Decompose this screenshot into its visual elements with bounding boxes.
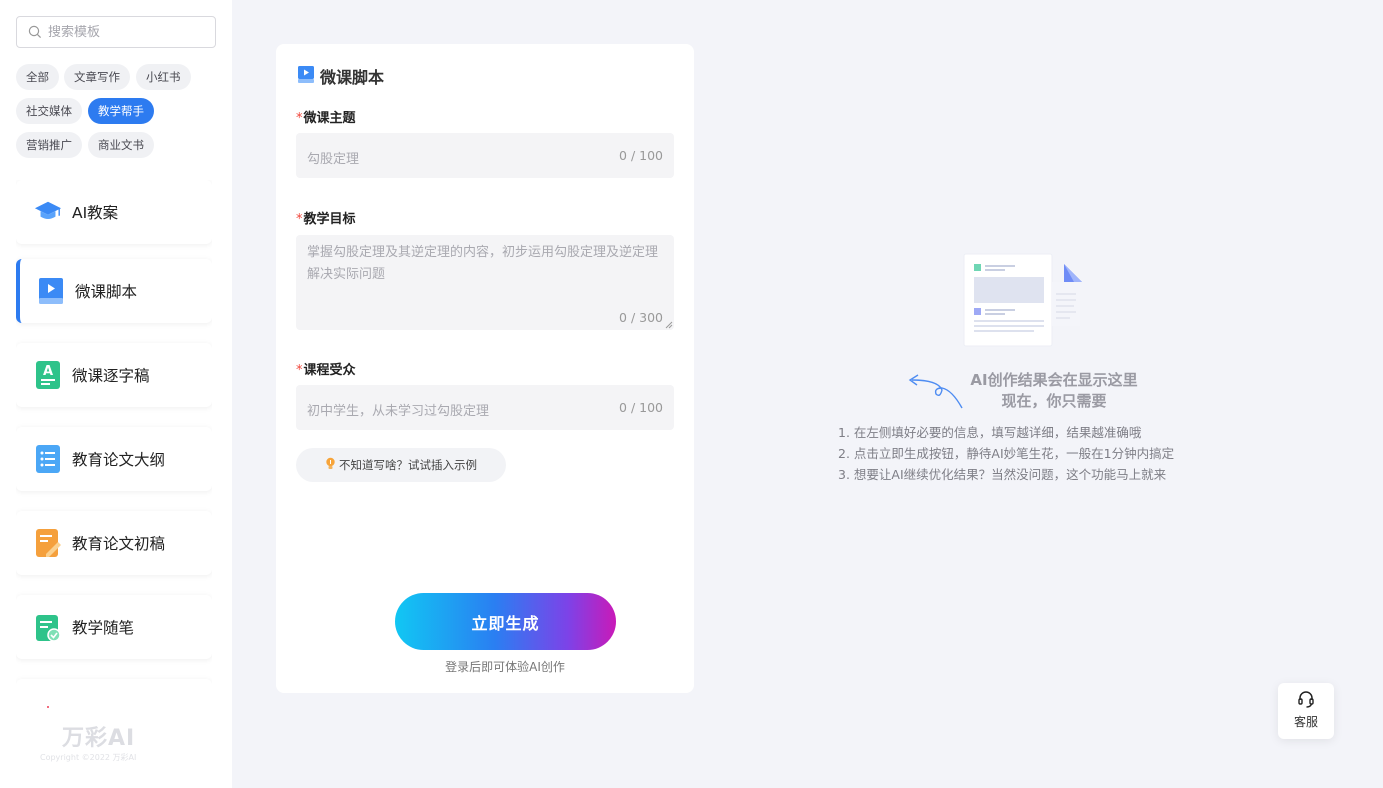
template-card-microcourse-transcript[interactable]: A 微课逐字稿 (16, 343, 212, 407)
template-card-teaching-essay[interactable]: 教学随笔 (16, 595, 212, 659)
panel-title: 微课脚本 (320, 68, 385, 87)
login-tip: 登录后即可体验AI创作 (445, 660, 565, 674)
customer-service-label: 客服 (1293, 715, 1318, 729)
field-label-audience: *课程受众 (296, 363, 356, 378)
topic-placeholder: 勾股定理 (307, 152, 360, 167)
video-book-icon (37, 277, 65, 305)
calendar-check-icon (34, 613, 62, 642)
audience-input[interactable]: 初中学生，从未学习过勾股定理 0 / 100 (296, 385, 674, 430)
document-a-icon: A (34, 361, 62, 389)
sidebar: 全部 文章写作 小红书 社交媒体 教学帮手 营销推广 商业文书 AI教案 微课脚… (0, 0, 232, 788)
step-1: 1. 在左侧填好必要的信息，填写越详细，结果越准确哦 (838, 425, 1142, 440)
category-chip-all[interactable]: 全部 (16, 64, 59, 90)
template-label: 教育论文大纲 (72, 451, 166, 469)
brand-footer: 万彩AI Copyright ©2022 万彩AI (0, 712, 232, 788)
template-list: AI教案 微课脚本 A 微课逐字稿 教育论文大纲 教育论文初稿 教学随笔 (16, 180, 212, 708)
template-label: 教育论文初稿 (72, 535, 166, 553)
insert-example-label: 不知道写啥？试试插入示例 (339, 458, 477, 472)
topic-input[interactable]: 勾股定理 0 / 100 (296, 133, 674, 178)
list-document-icon (34, 445, 62, 473)
result-steps: 1. 在左侧填好必要的信息，填写越详细，结果越准确哦 2. 点击立即生成按钮，静… (838, 422, 1174, 485)
graduation-cap-icon (34, 198, 62, 226)
field-label-topic: *微课主题 (296, 111, 356, 126)
resize-handle-icon[interactable] (665, 321, 673, 329)
goal-counter: 0 / 300 (619, 310, 663, 325)
category-chip-marketing[interactable]: 营销推广 (16, 132, 82, 158)
category-chip-social[interactable]: 社交媒体 (16, 98, 82, 124)
svg-text:A: A (43, 364, 53, 379)
search-input[interactable] (48, 24, 198, 40)
audience-placeholder: 初中学生，从未学习过勾股定理 (307, 404, 490, 419)
template-label: 微课脚本 (75, 283, 138, 301)
goal-placeholder: 掌握勾股定理及其逆定理的内容，初步运用勾股定理及逆定理解决实际问题 (307, 245, 659, 282)
empty-result-illustration (960, 252, 1084, 348)
lightbulb-icon (325, 457, 336, 473)
insert-example-button[interactable]: 不知道写啥？试试插入示例 (296, 448, 506, 482)
copyright-text: Copyright ©2022 万彩AI (40, 753, 137, 762)
template-label: 教学随笔 (72, 619, 135, 637)
sun-icon (34, 705, 62, 708)
template-card-ai-lesson[interactable]: AI教案 (16, 180, 212, 244)
topic-counter: 0 / 100 (619, 148, 663, 163)
template-card-paper-draft[interactable]: 教育论文初稿 (16, 511, 212, 575)
category-chip-teaching[interactable]: 教学帮手 (88, 98, 154, 124)
template-card-paper-outline[interactable]: 教育论文大纲 (16, 427, 212, 491)
headset-icon (1298, 691, 1314, 708)
audience-counter: 0 / 100 (619, 400, 663, 415)
step-2: 2. 点击立即生成按钮，静待AI妙笔生花，一般在1分钟内搞定 (838, 446, 1175, 461)
goal-textarea[interactable]: 掌握勾股定理及其逆定理的内容，初步运用勾股定理及逆定理解决实际问题 0 / 30… (296, 235, 674, 330)
category-chip-business[interactable]: 商业文书 (88, 132, 154, 158)
brand-logo: 万彩AI (62, 726, 136, 751)
panel-header: 微课脚本 (298, 64, 384, 88)
form-panel: 微课脚本 *微课主题 勾股定理 0 / 100 *教学目标 掌握勾股定理及其逆定… (276, 44, 694, 693)
generate-button[interactable]: 立即生成 (395, 593, 616, 650)
category-chip-xiaohongshu[interactable]: 小红书 (136, 64, 191, 90)
search-icon (28, 25, 42, 39)
customer-service-button[interactable]: 客服 (1278, 683, 1334, 739)
curved-arrow-icon (908, 374, 963, 409)
template-card-microcourse-script[interactable]: 微课脚本 (16, 259, 212, 323)
draft-pen-icon (34, 529, 62, 557)
template-label: 微课逐字稿 (72, 367, 150, 385)
template-card-partial[interactable] (16, 679, 212, 708)
category-chip-article[interactable]: 文章写作 (64, 64, 130, 90)
field-label-goal: *教学目标 (296, 212, 356, 227)
video-book-icon (298, 65, 314, 87)
template-label: AI教案 (72, 204, 119, 222)
search-box[interactable] (16, 16, 216, 48)
result-placeholder-title: AI创作结果会在显示这里 现在，你只需要 (970, 371, 1138, 410)
step-3: 3. 想要让AI继续优化结果？当然没问题，这个功能马上就来 (838, 467, 1167, 482)
